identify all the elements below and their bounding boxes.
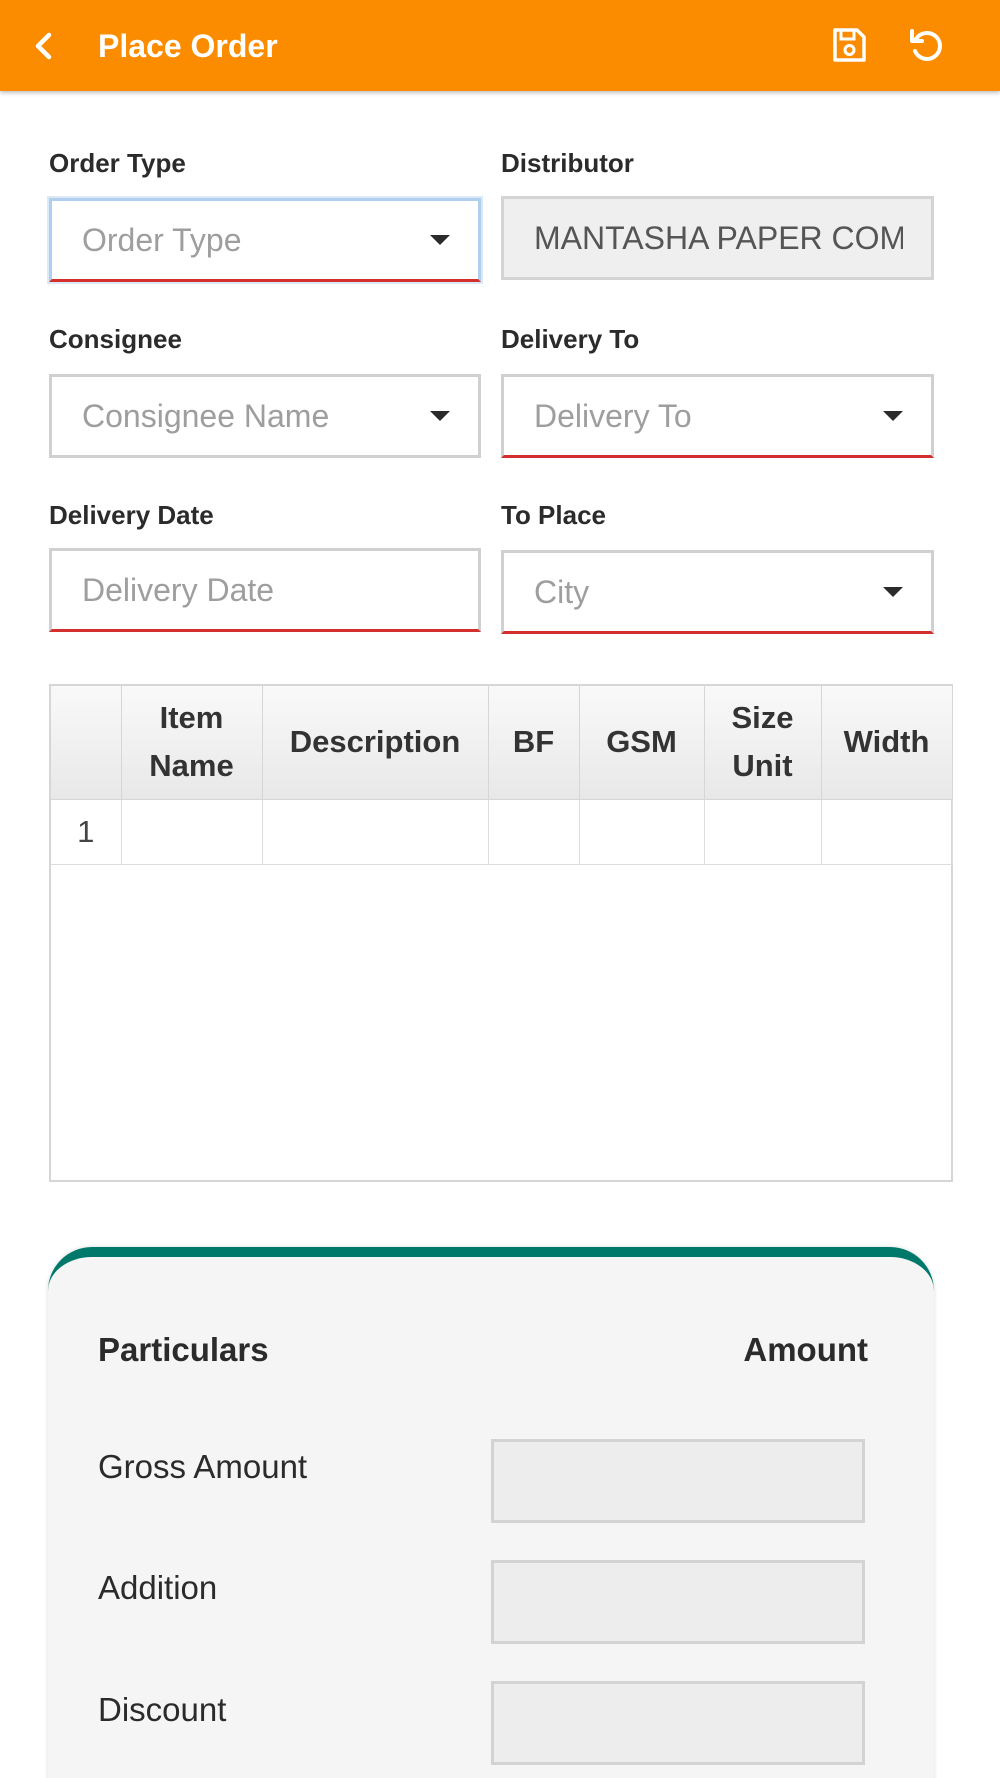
- to-place-select[interactable]: City: [501, 550, 934, 634]
- items-grid[interactable]: Item Name Description BF GSM Size Unit W…: [49, 684, 953, 1182]
- delivery-to-select[interactable]: Delivery To: [501, 374, 934, 458]
- city-placeholder: City: [534, 574, 590, 610]
- cell-bf[interactable]: [488, 799, 580, 865]
- back-arrow-icon[interactable]: [22, 24, 66, 68]
- delivery-date-field[interactable]: Delivery Date: [49, 548, 481, 632]
- distributor-label: Distributor: [501, 148, 634, 178]
- dropdown-caret-icon: [430, 235, 450, 245]
- consignee-label: Consignee: [49, 324, 182, 354]
- cell-item-name[interactable]: [121, 799, 263, 865]
- table-row: 1: [51, 799, 953, 865]
- column-header-description[interactable]: Description: [262, 686, 489, 800]
- amount-header: Amount: [743, 1331, 868, 1368]
- gross-amount-field: [491, 1439, 865, 1523]
- gross-amount-label: Gross Amount: [98, 1448, 308, 1485]
- order-type-label: Order Type: [49, 148, 186, 178]
- delivery-date-label: Delivery Date: [49, 500, 214, 530]
- cell-description[interactable]: [262, 799, 489, 865]
- row-number: 1: [51, 799, 122, 865]
- discount-label: Discount: [98, 1691, 227, 1728]
- delivery-to-placeholder: Delivery To: [534, 398, 692, 434]
- cell-size-unit[interactable]: [704, 799, 822, 865]
- column-header-width[interactable]: Width: [821, 686, 953, 800]
- consignee-select[interactable]: Consignee Name: [49, 374, 481, 458]
- distributor-field: MANTASHA PAPER COMPANY: [501, 196, 934, 280]
- order-type-placeholder: Order Type: [82, 222, 242, 258]
- consignee-placeholder: Consignee Name: [82, 398, 330, 434]
- cell-gsm[interactable]: [579, 799, 705, 865]
- cell-width[interactable]: [821, 799, 953, 865]
- column-header-size-unit[interactable]: Size Unit: [704, 686, 822, 800]
- grid-header-row: Item Name Description BF GSM Size Unit W…: [51, 686, 953, 800]
- save-icon[interactable]: [826, 22, 872, 68]
- addition-label: Addition: [98, 1569, 218, 1606]
- page-title: Place Order: [98, 28, 278, 64]
- column-header-rownum: [51, 686, 122, 800]
- particulars-header: Particulars: [98, 1331, 269, 1368]
- amount-summary-card: Particulars Amount Gross Amount Addition…: [48, 1247, 934, 1778]
- column-header-bf[interactable]: BF: [488, 686, 580, 800]
- column-header-item-name[interactable]: Item Name: [121, 686, 263, 800]
- dropdown-caret-icon: [883, 411, 903, 421]
- to-place-label: To Place: [501, 500, 607, 530]
- distributor-value: MANTASHA PAPER COMPANY: [534, 220, 903, 256]
- refresh-icon[interactable]: [904, 22, 950, 68]
- order-type-select[interactable]: Order Type: [49, 198, 481, 282]
- discount-field: [491, 1681, 865, 1765]
- column-header-gsm[interactable]: GSM: [579, 686, 705, 800]
- dropdown-caret-icon: [883, 587, 903, 597]
- app-bar: Place Order: [0, 0, 1000, 91]
- addition-field: [491, 1560, 865, 1644]
- delivery-date-placeholder: Delivery Date: [82, 572, 275, 608]
- dropdown-caret-icon: [430, 411, 450, 421]
- delivery-to-label: Delivery To: [501, 324, 640, 354]
